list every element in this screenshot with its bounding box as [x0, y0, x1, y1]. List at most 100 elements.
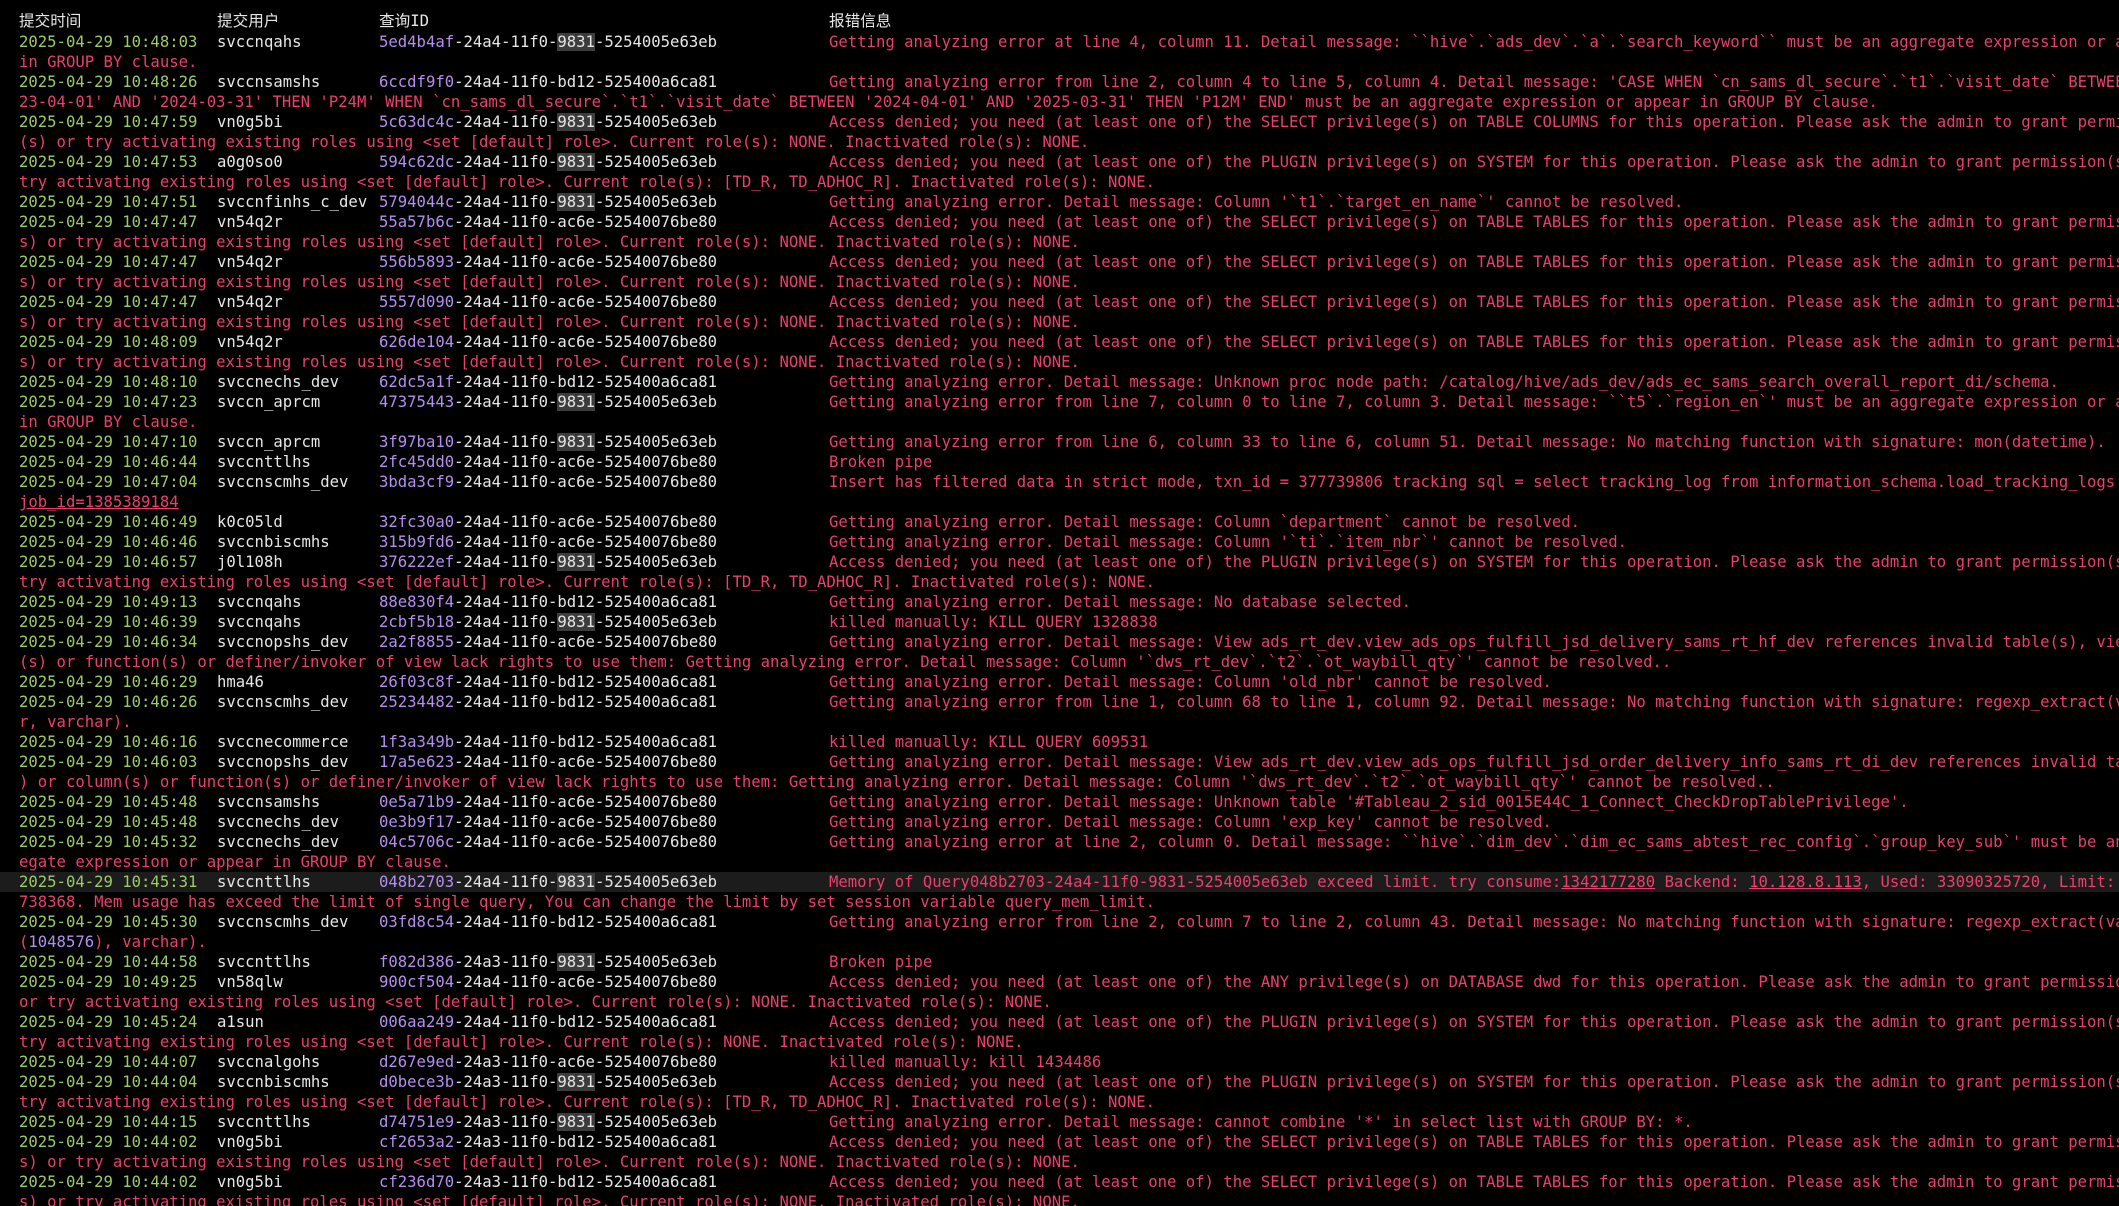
log-row[interactable]: 2025-04-29 10:49:25 vn58qlw 900cf504-24a4-…	[0, 972, 2119, 992]
query-id-prefix: 04c5706c	[379, 833, 455, 851]
log-continuation-line: try activating existing roles using <set…	[0, 172, 2119, 192]
log-row[interactable]: 2025-04-29 10:47:23 svccn_aprcm 47375443-2…	[0, 392, 2119, 412]
error-message: Access denied; you need (at least one of…	[829, 213, 2119, 231]
log-row[interactable]: 2025-04-29 10:47:59 vn0g5bi 5c63dc4c-24a4-…	[0, 112, 2119, 132]
log-row[interactable]: 2025-04-29 10:47:47 vn54q2r 556b5893-24a4-…	[0, 252, 2119, 272]
submit-user: svccnechs_dev	[217, 833, 340, 851]
submit-time: 2025-04-29 10:47:47	[19, 253, 198, 271]
log-row[interactable]: 2025-04-29 10:45:24 a1sun 006aa249-24a4-11…	[0, 1012, 2119, 1032]
submit-time: 2025-04-29 10:45:31	[19, 873, 198, 891]
query-id: 6ccdf9f0-24a4-11f0-bd12-525400a6ca81	[379, 72, 717, 92]
query-id-prefix: 26f03c8f	[379, 673, 455, 691]
submit-time: 2025-04-29 10:48:10	[19, 373, 198, 391]
error-message: Broken pipe	[829, 953, 933, 971]
log-row[interactable]: 2025-04-29 10:44:02 vn0g5bi cf236d70-24a3-…	[0, 1172, 2119, 1192]
log-row[interactable]: 2025-04-29 10:44:15 svccnttlhs d74751e9-24…	[0, 1112, 2119, 1132]
log-row[interactable]: 2025-04-29 10:44:07 svccnalgohs d267e9ed-2…	[0, 1052, 2119, 1072]
error-message: Insert has filtered data in strict mode,…	[829, 473, 2119, 491]
query-id: d74751e9-24a3-11f0-9831-5254005e63eb	[379, 1112, 717, 1132]
log-row[interactable]: 2025-04-29 10:47:53 a0g0so0 594c62dc-24a4-…	[0, 152, 2119, 172]
query-error-log-terminal[interactable]: 提交时间 提交用户 查询ID 报错信息 2025-04-29 10:48:03 s…	[0, 0, 2119, 1206]
error-message: Access denied; you need (at least one of…	[829, 333, 2119, 351]
query-id-prefix: 0e3b9f17	[379, 813, 455, 831]
log-row[interactable]: 2025-04-29 10:45:31 svccnttlhs 048b2703-24…	[0, 872, 2119, 892]
submit-user: vn58qlw	[217, 973, 283, 991]
query-id-prefix: 5557d090	[379, 293, 455, 311]
log-row[interactable]: 2025-04-29 10:45:32 svccnechs_dev 04c5706c…	[0, 832, 2119, 852]
error-message: Broken pipe	[829, 453, 933, 471]
submit-time: 2025-04-29 10:47:59	[19, 113, 198, 131]
submit-time: 2025-04-29 10:45:30	[19, 913, 198, 931]
error-message: Getting analyzing error. Detail message:…	[829, 793, 1909, 811]
log-row[interactable]: 2025-04-29 10:45:48 svccnechs_dev 0e3b9f17…	[0, 812, 2119, 832]
log-row[interactable]: 2025-04-29 10:46:49 k0c05ld 32fc30a0-24a4-…	[0, 512, 2119, 532]
log-row[interactable]: 2025-04-29 10:46:46 svccnbiscmhs 315b9fd6-…	[0, 532, 2119, 552]
error-message-part: Memory of Query048b2703-24a4-11f0-	[829, 873, 1149, 891]
query-id-mid: -24a3-11f0-bd12-525400a6ca81	[454, 1133, 717, 1151]
error-message: Access denied; you need (at least one of…	[829, 153, 2119, 171]
log-row[interactable]: 2025-04-29 10:46:57 j0l108h 376222ef-24a4-…	[0, 552, 2119, 572]
log-row[interactable]: 2025-04-29 10:46:44 svccnttlhs 2fc45dd0-24…	[0, 452, 2119, 472]
log-row[interactable]: 2025-04-29 10:46:34 svccnopshs_dev 2a2f885…	[0, 632, 2119, 652]
error-message: Getting analyzing error. Detail message:…	[829, 593, 1412, 611]
log-row[interactable]: 2025-04-29 10:45:48 svccnsamshs 0e5a71b9-2…	[0, 792, 2119, 812]
submit-time: 2025-04-29 10:44:02	[19, 1173, 198, 1191]
query-id-prefix: 17a5e623	[379, 753, 455, 771]
query-id: 88e830f4-24a4-11f0-bd12-525400a6ca81	[379, 592, 717, 612]
submit-time: 2025-04-29 10:45:32	[19, 833, 198, 851]
submit-user: svccnsamshs	[217, 73, 321, 91]
log-row[interactable]: 2025-04-29 10:48:09 vn54q2r 626de104-24a4-…	[0, 332, 2119, 352]
log-row[interactable]: 2025-04-29 10:44:58 svccnttlhs f082d386-24…	[0, 952, 2119, 972]
log-row[interactable]: 2025-04-29 10:49:13 svccnqahs 88e830f4-24a…	[0, 592, 2119, 612]
query-id: 04c5706c-24a4-11f0-ac6e-52540076be80	[379, 832, 717, 852]
query-id-highlight: 9831	[557, 393, 595, 411]
submit-user: a0g0so0	[217, 153, 283, 171]
error-message: Access denied; you need (at least one of…	[829, 1133, 2119, 1151]
query-id: 17a5e623-24a4-11f0-ac6e-52540076be80	[379, 752, 717, 772]
log-row[interactable]: 2025-04-29 10:47:47 vn54q2r 5557d090-24a4-…	[0, 292, 2119, 312]
log-row[interactable]: 2025-04-29 10:46:03 svccnopshs_dev 17a5e62…	[0, 752, 2119, 772]
query-id-suffix: -5254005e63eb	[594, 393, 718, 411]
error-message-continuation: try activating existing roles using <set…	[19, 1033, 1024, 1051]
query-id-suffix: -5254005e63eb	[594, 193, 718, 211]
query-id-prefix: 006aa249	[379, 1013, 455, 1031]
submit-user: svccnttlhs	[217, 453, 311, 471]
error-message-link[interactable]: 1342177280	[1561, 873, 1655, 891]
query-id-mid: -24a4-11f0-	[454, 33, 558, 51]
log-row[interactable]: 2025-04-29 10:47:51 svccnfinhs_c_dev 57940…	[0, 192, 2119, 212]
query-id-suffix: -5254005e63eb	[594, 953, 718, 971]
log-row[interactable]: 2025-04-29 10:46:16 svccnecommerce 1f3a349…	[0, 732, 2119, 752]
query-id: 900cf504-24a4-11f0-ac6e-52540076be80	[379, 972, 717, 992]
error-message-continuation: try activating existing roles using <set…	[19, 173, 1155, 191]
log-row[interactable]: 2025-04-29 10:47:10 svccn_aprcm 3f97ba10-2…	[0, 432, 2119, 452]
log-row[interactable]: 2025-04-29 10:45:30 svccnscmhs_dev 03fd8c5…	[0, 912, 2119, 932]
log-row[interactable]: 2025-04-29 10:48:03 svccnqahs 5ed4b4af-24a…	[0, 32, 2119, 52]
log-row[interactable]: 2025-04-29 10:44:02 vn0g5bi cf2653a2-24a3-…	[0, 1132, 2119, 1152]
log-row[interactable]: 2025-04-29 10:47:47 vn54q2r 55a57b6c-24a4-…	[0, 212, 2119, 232]
log-row[interactable]: 2025-04-29 10:46:39 svccnqahs 2cbf5b18-24a…	[0, 612, 2119, 632]
error-message: Access denied; you need (at least one of…	[829, 1073, 2119, 1091]
query-id: 594c62dc-24a4-11f0-9831-5254005e63eb	[379, 152, 717, 172]
log-row[interactable]: 2025-04-29 10:48:10 svccnechs_dev 62dc5a1f…	[0, 372, 2119, 392]
error-message: Getting analyzing error. Detail message:…	[829, 673, 1552, 691]
submit-user: a1sun	[217, 1013, 264, 1031]
error-message: killed manually: kill 1434486	[829, 1053, 1102, 1071]
submit-time: 2025-04-29 10:47:51	[19, 193, 198, 211]
query-id-mid: -24a4-11f0-bd12-525400a6ca81	[454, 1013, 717, 1031]
log-row[interactable]: 2025-04-29 10:47:04 svccnscmhs_dev 3bda3cf…	[0, 472, 2119, 492]
log-row[interactable]: 2025-04-29 10:46:29 hma46 26f03c8f-24a4-11…	[0, 672, 2119, 692]
log-row[interactable]: 2025-04-29 10:46:26 svccnscmhs_dev 2523448…	[0, 692, 2119, 712]
query-id-mid: -24a4-11f0-bd12-525400a6ca81	[454, 693, 717, 711]
log-row[interactable]: 2025-04-29 10:48:26 svccnsamshs 6ccdf9f0-2…	[0, 72, 2119, 92]
error-message-continuation: ) or column(s) or function(s) or definer…	[19, 773, 1775, 791]
submit-user: svccnqahs	[217, 33, 302, 51]
submit-time: 2025-04-29 10:48:03	[19, 33, 198, 51]
log-body[interactable]: 2025-04-29 10:48:03 svccnqahs 5ed4b4af-24a…	[0, 32, 2119, 1206]
error-message-link[interactable]: 10.128.8.113	[1749, 873, 1862, 891]
query-id-mid: -24a4-11f0-ac6e-52540076be80	[454, 473, 717, 491]
query-id-prefix: 376222ef	[379, 553, 455, 571]
submit-user: svccnalgohs	[217, 1053, 321, 1071]
log-continuation-line: in GROUP BY clause.	[0, 52, 2119, 72]
log-row[interactable]: 2025-04-29 10:44:04 svccnbiscmhs d0bece3b-…	[0, 1072, 2119, 1092]
submit-time: 2025-04-29 10:46:16	[19, 733, 198, 751]
